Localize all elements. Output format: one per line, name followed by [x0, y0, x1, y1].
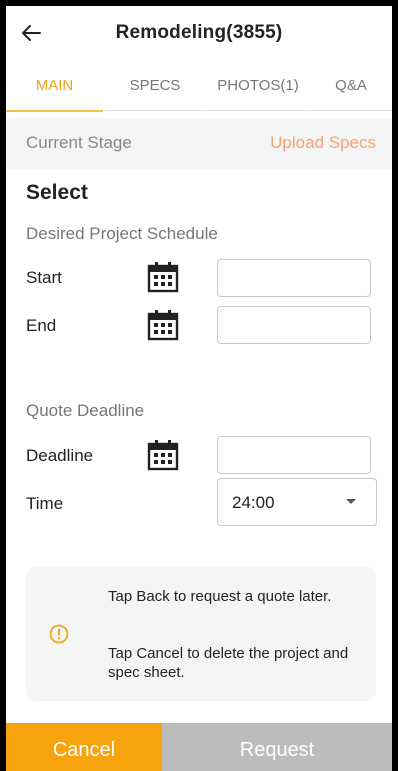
tab-qa[interactable]: Q&A	[310, 66, 392, 111]
footer-actions: Cancel Request	[6, 723, 392, 771]
deadline-label: Deadline	[26, 446, 94, 465]
select-heading: Select	[26, 181, 88, 204]
project-schedule-subheading: Desired Project Schedule	[26, 224, 218, 243]
tab-specs[interactable]: SPECS	[104, 66, 206, 111]
header: Remodeling(3855)	[6, 6, 392, 60]
info-circle-icon	[49, 624, 69, 644]
calendar-icon[interactable]	[146, 260, 180, 294]
time-select[interactable]: 24:00	[217, 478, 377, 526]
calendar-icon[interactable]	[146, 308, 180, 342]
request-button[interactable]: Request	[162, 723, 392, 771]
end-date-input[interactable]	[217, 306, 371, 344]
notice-line-back: Tap Back to request a quote later.	[108, 588, 332, 605]
time-value: 24:00	[232, 493, 275, 512]
start-label: Start	[26, 268, 62, 287]
notice-box: Tap Back to request a quote later. Tap C…	[26, 567, 376, 701]
chevron-down-icon	[346, 499, 356, 504]
tab-main[interactable]: MAIN	[6, 66, 103, 112]
tab-photos[interactable]: PHOTOS(1)	[207, 66, 309, 111]
upload-specs-link[interactable]: Upload Specs	[270, 133, 376, 153]
deadline-date-input[interactable]	[217, 436, 371, 474]
current-stage-bar: Current Stage Upload Specs	[6, 118, 392, 170]
tab-bar: MAIN SPECS PHOTOS(1) Q&A	[6, 66, 392, 112]
current-stage-label: Current Stage	[26, 133, 132, 152]
page-title: Remodeling(3855)	[115, 22, 283, 43]
quote-deadline-subheading: Quote Deadline	[26, 401, 145, 420]
start-date-input[interactable]	[217, 259, 371, 297]
end-label: End	[26, 316, 57, 335]
cancel-button[interactable]: Cancel	[6, 723, 162, 771]
time-label: Time	[26, 494, 64, 513]
calendar-icon[interactable]	[146, 438, 180, 472]
app-screen: Remodeling(3855) MAIN SPECS PHOTOS(1) Q&…	[6, 6, 392, 771]
notice-line-cancel: Tap Cancel to delete the project and spe…	[108, 645, 349, 681]
